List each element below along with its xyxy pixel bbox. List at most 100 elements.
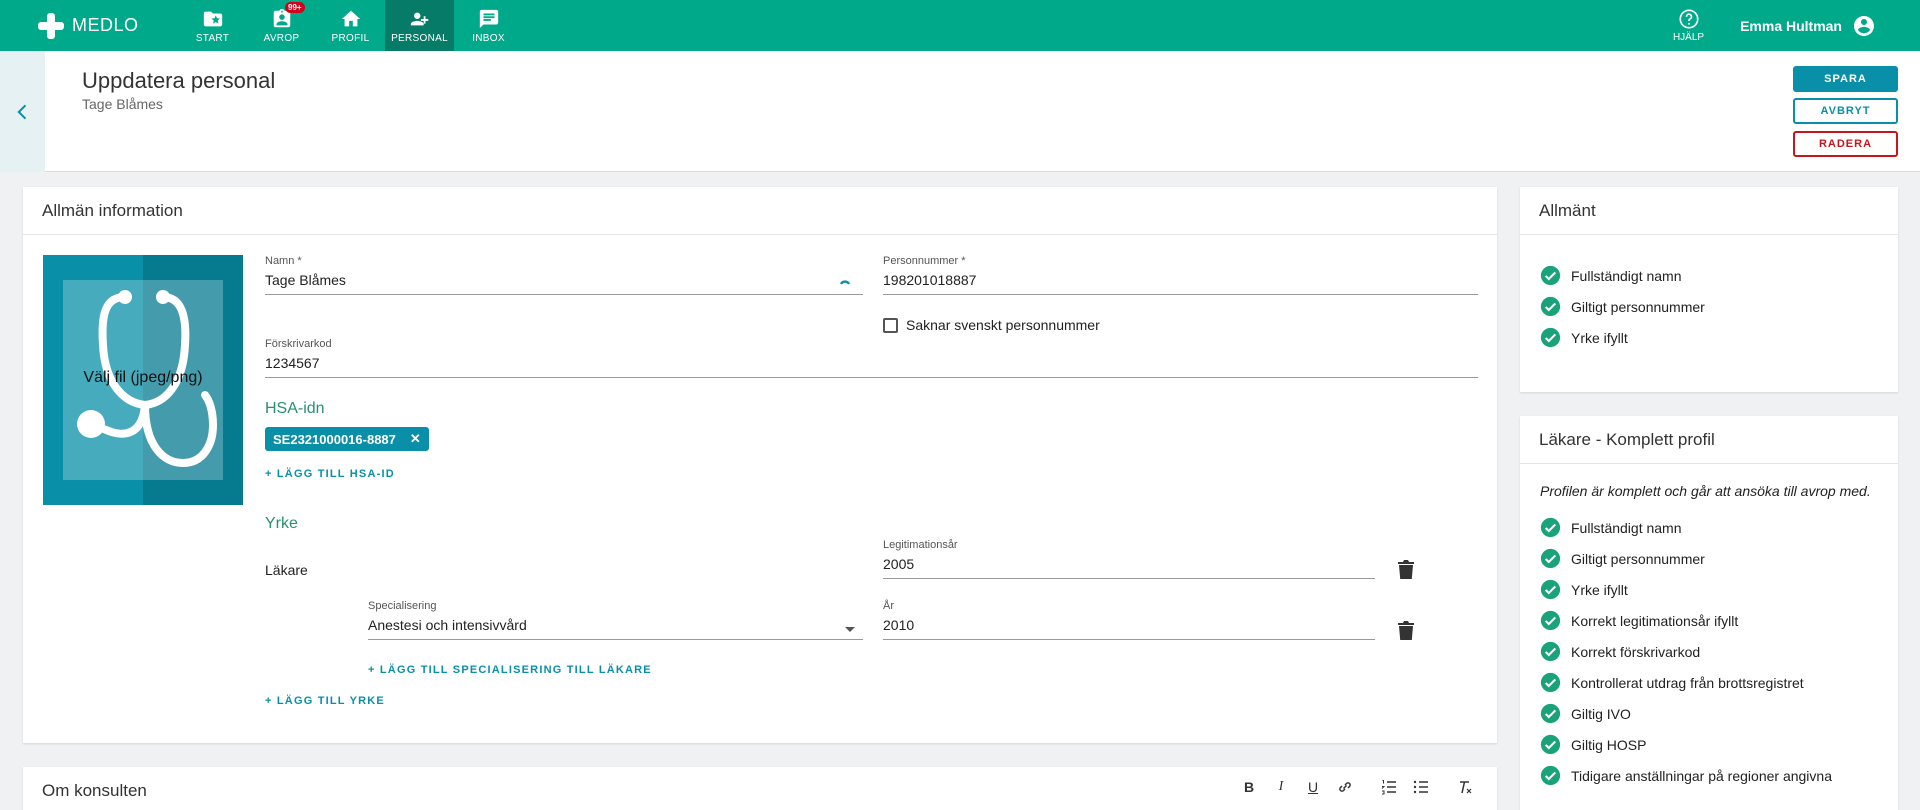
save-button[interactable]: SPARA <box>1793 66 1898 92</box>
legyear-field: Legitimationsår 2005 <box>883 539 1375 579</box>
bold-button[interactable]: B <box>1241 779 1257 795</box>
people-icon <box>410 12 428 25</box>
page-header: Uppdatera personal Tage Blåmes SPARA AVB… <box>0 51 1920 172</box>
page-title: Uppdatera personal <box>82 68 276 93</box>
italic-button[interactable]: I <box>1273 779 1289 795</box>
spec-year-input[interactable]: 2010 <box>883 617 1375 640</box>
check-circle-icon <box>1540 672 1561 693</box>
check-circle-icon <box>1540 327 1561 348</box>
list-item: Korrekt legitimationsår ifyllt <box>1540 605 1878 636</box>
nav-profil-label: PROFIL <box>331 32 370 44</box>
list-item: Yrke ifyllt <box>1540 322 1878 353</box>
name-field: Namn * Tage Blåmes <box>265 255 863 295</box>
pnr-field: Personnummer * 198201018887 <box>883 255 1478 295</box>
check-circle-icon <box>1540 517 1561 538</box>
folder-star-icon <box>203 11 222 26</box>
nav-inbox-label: INBOX <box>472 32 505 44</box>
yrke-value: Läkare <box>265 562 308 578</box>
add-yrke-link[interactable]: + LÄGG TILL YRKE <box>265 695 385 707</box>
check-circle-icon <box>1540 610 1561 631</box>
add-spec-link[interactable]: + LÄGG TILL SPECIALISERING TILL LÄKARE <box>368 664 652 676</box>
prescriber-label: Förskrivarkod <box>265 338 332 350</box>
name-input[interactable]: Tage Blåmes <box>265 272 863 295</box>
about-card: Om konsulten B I U <box>23 767 1497 810</box>
no-pnr-label: Saknar svenskt personnummer <box>906 317 1100 333</box>
list-item: Fullständigt namn <box>1540 260 1878 291</box>
close-icon[interactable]: ✕ <box>410 431 421 447</box>
avrop-badge: 99+ <box>285 2 305 13</box>
list-item: Giltig HOSP <box>1540 729 1878 760</box>
check-circle-icon <box>1540 548 1561 569</box>
cancel-button[interactable]: AVBRYT <box>1793 98 1898 124</box>
top-bar: MEDLO START 99+ AVROP PROFIL PERSONAL IN… <box>0 0 1920 51</box>
nav-personal[interactable]: PERSONAL <box>385 0 454 51</box>
editor-toolbar: B I U <box>1225 779 1473 795</box>
no-pnr-checkbox[interactable] <box>883 317 898 333</box>
medlo-plus-icon <box>38 12 64 39</box>
check-circle-icon <box>1540 765 1561 786</box>
general-status-title: Allmänt <box>1520 187 1898 235</box>
page-subtitle: Tage Blåmes <box>82 96 163 112</box>
user-menu[interactable]: Emma Hultman <box>1740 14 1876 38</box>
clear-format-icon[interactable] <box>1457 779 1473 795</box>
underline-button[interactable]: U <box>1305 779 1321 795</box>
check-circle-icon <box>1540 734 1561 755</box>
nav-profil[interactable]: PROFIL <box>316 0 385 51</box>
spinner-icon <box>839 280 851 285</box>
nav-start-label: START <box>195 32 230 44</box>
back-button[interactable] <box>0 51 45 172</box>
home-icon <box>341 10 360 26</box>
general-info-title: Allmän information <box>23 187 1497 235</box>
top-right: HJÄLP Emma Hultman <box>1673 8 1876 43</box>
delete-button[interactable]: RADERA <box>1793 131 1898 157</box>
nav-inbox[interactable]: INBOX <box>454 0 523 51</box>
user-name: Emma Hultman <box>1740 17 1842 34</box>
nav-start[interactable]: START <box>178 0 247 51</box>
link-icon[interactable] <box>1337 779 1353 795</box>
help-label: HJÄLP <box>1672 32 1705 43</box>
hsa-chip-label: SE2321000016-8887 <box>273 431 396 447</box>
add-hsa-link[interactable]: + LÄGG TILL HSA-ID <box>265 468 395 480</box>
help-icon <box>1678 9 1699 29</box>
hsa-chip: SE2321000016-8887 ✕ <box>265 427 429 451</box>
check-circle-icon <box>1540 265 1561 286</box>
main-nav: START 99+ AVROP PROFIL PERSONAL INBOX <box>178 0 523 51</box>
bullet-list-icon[interactable] <box>1413 779 1429 795</box>
check-circle-icon <box>1540 703 1561 724</box>
ordered-list-icon[interactable] <box>1381 779 1397 795</box>
legyear-input[interactable]: 2005 <box>883 556 1375 579</box>
profile-status-title: Läkare - Komplett profil <box>1520 416 1898 464</box>
hsa-heading: HSA-idn <box>265 400 325 417</box>
photo-upload[interactable]: Välj fil (jpeg/png) <box>43 255 243 505</box>
check-circle-icon <box>1540 579 1561 600</box>
app-name: MEDLO <box>72 15 139 35</box>
help-button[interactable]: HJÄLP <box>1673 8 1704 43</box>
spec-year-field: År 2010 <box>883 600 1375 640</box>
list-item: Giltigt personnummer <box>1540 291 1878 322</box>
delete-yrke-trash-icon[interactable] <box>1398 560 1414 580</box>
photo-upload-label: Välj fil (jpeg/png) <box>83 369 203 386</box>
pnr-label: Personnummer * <box>883 255 966 267</box>
delete-spec-trash-icon[interactable] <box>1398 621 1414 641</box>
prescriber-input[interactable]: 1234567 <box>265 355 1478 378</box>
nav-avrop-label: AVROP <box>263 32 300 44</box>
list-item: Yrke ifyllt <box>1540 574 1878 605</box>
chevron-down-icon <box>845 627 855 632</box>
list-item: Kontrollerat utdrag från brottsregistret <box>1540 667 1878 698</box>
profile-status-list: Fullständigt namn Giltigt personnummer Y… <box>1520 500 1898 791</box>
pnr-input[interactable]: 198201018887 <box>883 272 1478 295</box>
list-item: Giltig IVO <box>1540 698 1878 729</box>
spec-year-label: År <box>883 600 894 612</box>
nav-avrop[interactable]: 99+ AVROP <box>247 0 316 51</box>
logo[interactable]: MEDLO <box>38 12 168 39</box>
spec-field: Specialisering Anestesi och intensivvård <box>368 600 863 640</box>
profile-status-card: Läkare - Komplett profil Profilen är kom… <box>1520 416 1898 810</box>
yrke-heading: Yrke <box>265 515 298 532</box>
prescriber-field: Förskrivarkod 1234567 <box>265 338 1478 378</box>
check-circle-icon <box>1540 296 1561 317</box>
spec-select[interactable]: Anestesi och intensivvård <box>368 617 863 640</box>
general-status-card: Allmänt Fullständigt namn Giltigt person… <box>1520 187 1898 392</box>
check-circle-icon <box>1540 641 1561 662</box>
no-pnr-checkbox-row[interactable]: Saknar svenskt personnummer <box>883 317 1100 333</box>
spec-label: Specialisering <box>368 600 437 612</box>
